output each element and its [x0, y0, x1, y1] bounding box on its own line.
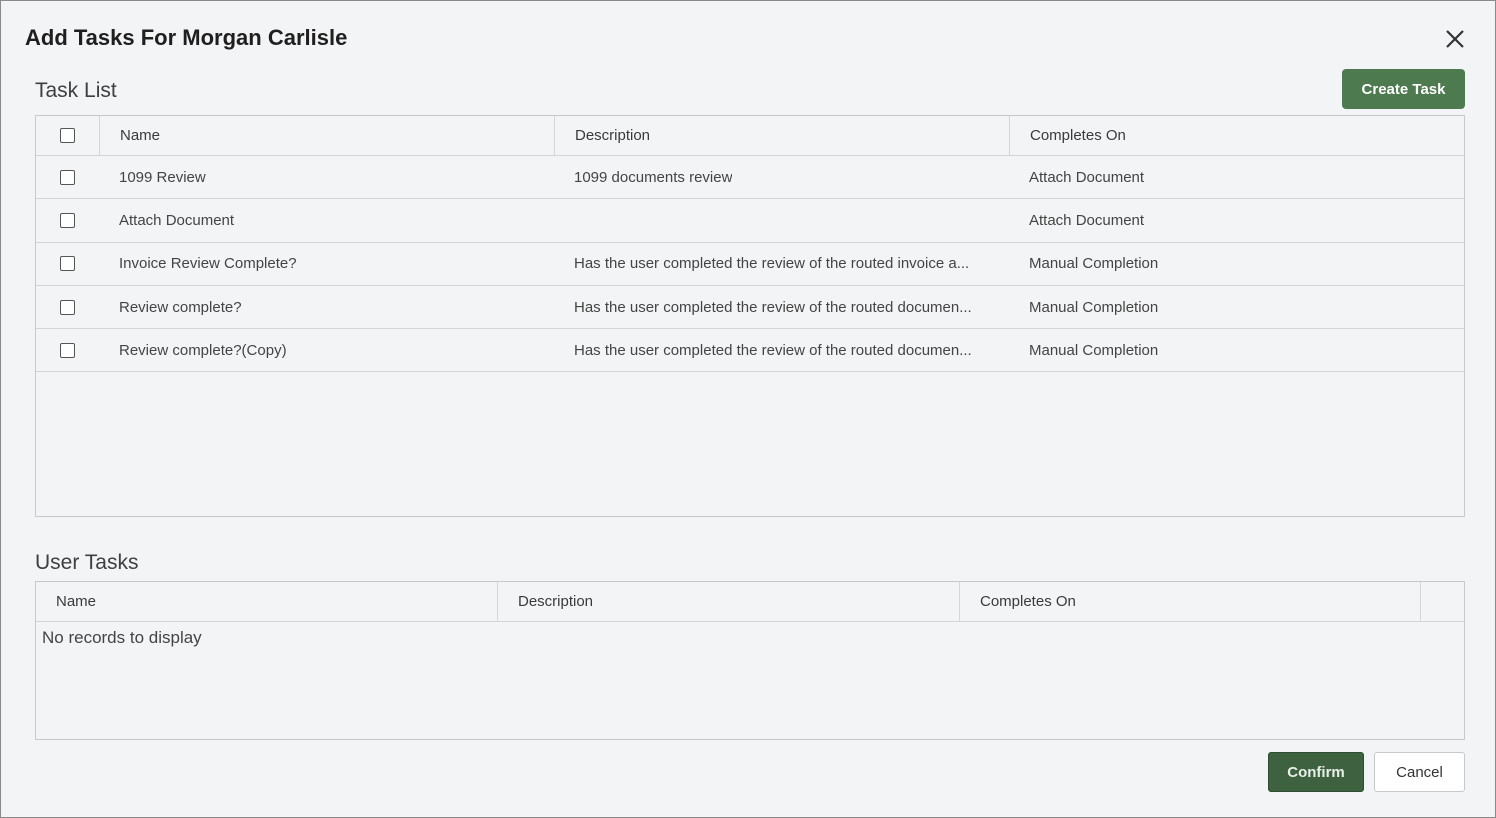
task-completes-on-cell: Attach Document: [1029, 211, 1145, 229]
column-header-description[interactable]: Description: [554, 116, 1009, 155]
empty-message: No records to display: [42, 628, 202, 647]
task-description-text: 1099 documents review: [574, 168, 733, 186]
column-header-completes-on[interactable]: Completes On: [959, 582, 1420, 621]
task-name-cell: Invoice Review Complete?: [119, 255, 297, 273]
task-name-cell: Review complete?(Copy): [119, 341, 287, 359]
select-all-cell: [36, 116, 99, 155]
table-row[interactable]: Review complete?(Copy) Has the user compl…: [36, 329, 1464, 373]
confirm-button[interactable]: Confirm: [1268, 752, 1364, 792]
table-row[interactable]: 1099 Review 1099 documents review Attach D…: [36, 156, 1464, 200]
table-row[interactable]: Attach Document Attach Document: [36, 199, 1464, 243]
task-name-cell: Attach Document: [119, 211, 235, 229]
task-completes-on-cell: Manual Completion: [1029, 298, 1159, 316]
task-list-header: Name Description Completes On: [36, 116, 1464, 156]
task-description-text: Has the user completed the review of the…: [574, 298, 972, 316]
table-row[interactable]: Invoice Review Complete? Has the user com…: [36, 243, 1464, 286]
column-header-name[interactable]: Name: [99, 116, 554, 155]
user-tasks-title: User Tasks: [35, 551, 139, 574]
task-name-cell: Review complete?: [119, 298, 242, 316]
task-completes-on-cell: Manual Completion: [1029, 341, 1159, 359]
row-checkbox[interactable]: [60, 212, 75, 228]
column-header-actions: [1420, 582, 1464, 621]
user-tasks-grid: Name Description Completes On No records…: [35, 581, 1465, 740]
task-description-cell: 1099 documents review: [554, 156, 1009, 198]
task-description-cell: [554, 199, 1009, 241]
task-completes-on-cell: Manual Completion: [1029, 255, 1159, 273]
row-select-cell: [36, 286, 99, 328]
close-icon[interactable]: [1441, 25, 1469, 53]
user-tasks-header: Name Description Completes On: [36, 582, 1464, 622]
create-task-button[interactable]: Create Task: [1342, 69, 1465, 109]
column-header-completes-on[interactable]: Completes On: [1009, 116, 1464, 155]
task-completes-on-cell: Attach Document: [1029, 168, 1145, 186]
task-description-text: Has the user completed the review of the…: [574, 255, 970, 273]
row-select-cell: [36, 243, 99, 285]
cancel-button[interactable]: Cancel: [1374, 752, 1465, 792]
task-description-text: Has the user completed the review of the…: [574, 341, 972, 359]
task-list-grid: Name Description Completes On 1099 Revie…: [35, 115, 1465, 517]
task-description-cell: Has the user completed the review of the…: [554, 329, 1009, 371]
task-list-title: Task List: [35, 79, 117, 102]
add-tasks-dialog: Add Tasks For Morgan Carlisle Task List …: [0, 0, 1496, 818]
row-select-cell: [36, 199, 99, 241]
row-checkbox[interactable]: [60, 299, 75, 315]
task-description-cell: Has the user completed the review of the…: [554, 243, 1009, 285]
row-checkbox[interactable]: [60, 169, 75, 185]
task-list-body: 1099 Review 1099 documents review Attach D…: [36, 156, 1464, 373]
column-header-description[interactable]: Description: [497, 582, 959, 621]
row-checkbox[interactable]: [60, 256, 75, 272]
row-select-cell: [36, 156, 99, 198]
row-select-cell: [36, 329, 99, 371]
task-description-cell: Has the user completed the review of the…: [554, 286, 1009, 328]
column-header-name[interactable]: Name: [36, 582, 497, 621]
task-name-cell: 1099 Review: [119, 168, 206, 186]
row-checkbox[interactable]: [60, 342, 75, 358]
select-all-checkbox[interactable]: [60, 128, 75, 143]
table-row[interactable]: Review complete? Has the user completed t…: [36, 286, 1464, 330]
dialog-title: Add Tasks For Morgan Carlisle: [25, 25, 348, 50]
